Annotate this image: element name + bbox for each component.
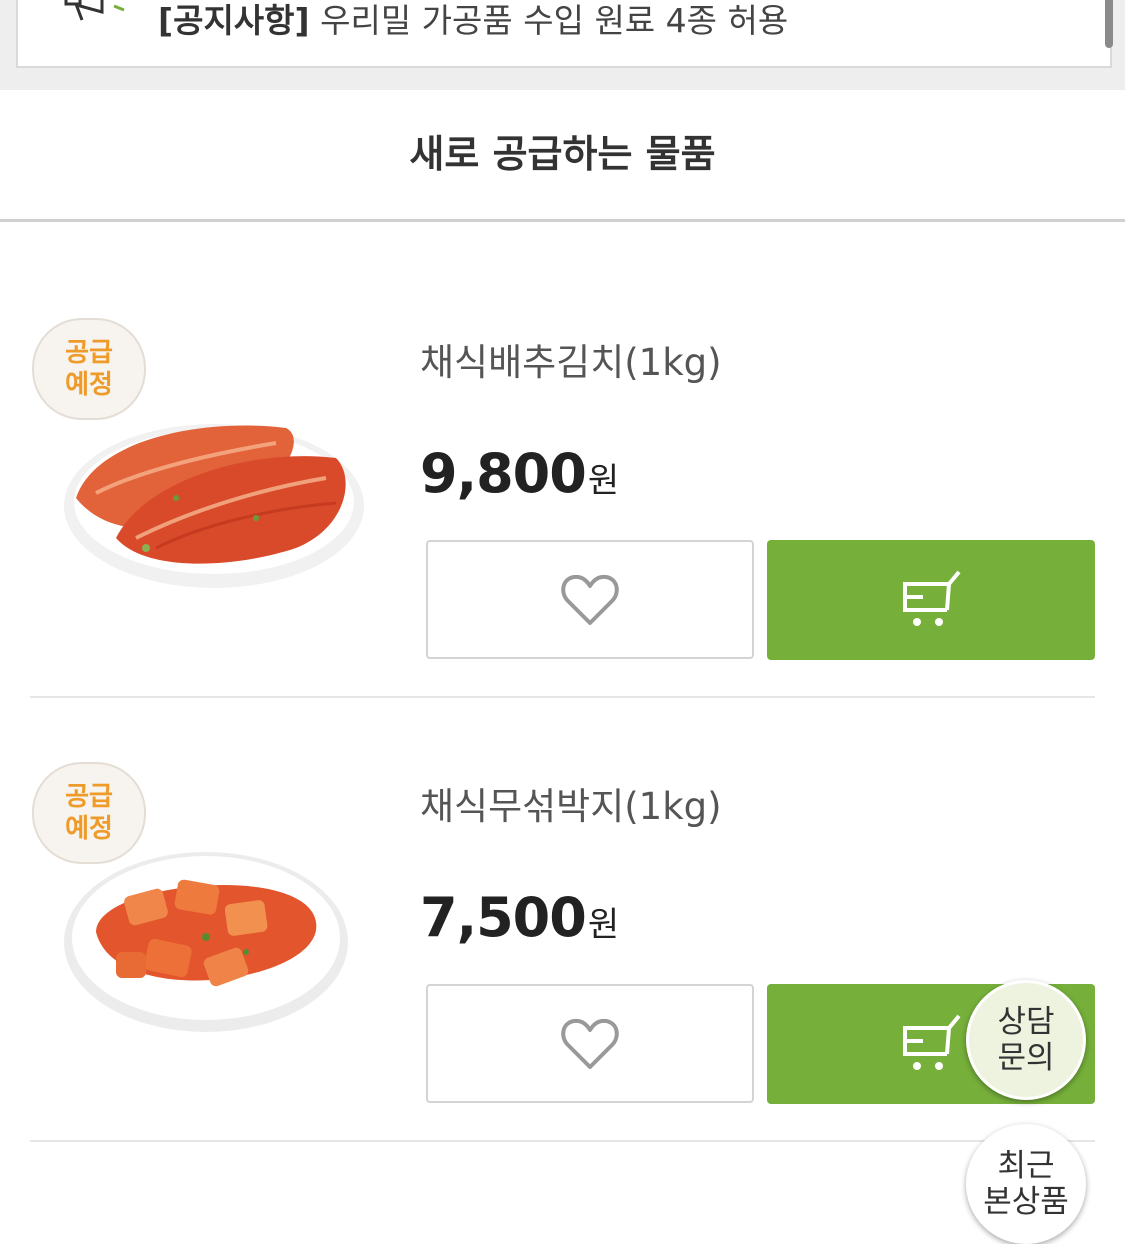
- consult-inquiry-button[interactable]: 상담 문의: [966, 980, 1086, 1100]
- radish-kimchi-image[interactable]: [56, 842, 366, 1042]
- notice-bar-area: [공지사항] 우리밀 가공품 수입 원료 4종 허용: [0, 0, 1125, 90]
- scrollbar[interactable]: [1105, 0, 1113, 48]
- notice-tag: [공지사항]: [158, 1, 310, 40]
- price-currency: 원: [587, 905, 620, 945]
- section-title: 새로 공급하는 물품: [0, 90, 1125, 222]
- recently-viewed-button[interactable]: 최근 본상품: [966, 1124, 1086, 1244]
- cart-icon: [903, 1014, 961, 1070]
- product-item[interactable]: 공급 예정 채식무섞박지(1kg) 7,500원: [0, 666, 1125, 1142]
- product-item[interactable]: 공급 예정 채식배추김치(1kg) 9,800원: [0, 222, 1125, 698]
- price-value: 9,800: [420, 442, 587, 505]
- wishlist-button[interactable]: [426, 540, 754, 659]
- heart-icon: [561, 1018, 619, 1069]
- notice-text: [공지사항] 우리밀 가공품 수입 원료 4종 허용: [158, 0, 788, 42]
- notice-message: 우리밀 가공품 수입 원료 4종 허용: [309, 1, 789, 40]
- product-price: 7,500원: [420, 886, 619, 949]
- product-price: 9,800원: [420, 442, 619, 505]
- cabbage-kimchi-image[interactable]: [56, 398, 366, 598]
- product-name[interactable]: 채식무섞박지(1kg): [420, 776, 722, 830]
- supply-scheduled-badge: 공급 예정: [32, 318, 146, 420]
- add-to-cart-button[interactable]: [767, 540, 1095, 660]
- notice-banner[interactable]: [공지사항] 우리밀 가공품 수입 원료 4종 허용: [16, 0, 1112, 68]
- price-currency: 원: [587, 461, 620, 501]
- product-name[interactable]: 채식배추김치(1kg): [420, 332, 722, 386]
- price-value: 7,500: [420, 886, 587, 949]
- megaphone-icon: [64, 0, 125, 21]
- supply-scheduled-badge: 공급 예정: [32, 762, 146, 864]
- wishlist-button[interactable]: [426, 984, 754, 1103]
- divider: [30, 1140, 1095, 1142]
- heart-icon: [561, 574, 619, 625]
- cart-icon: [903, 570, 961, 626]
